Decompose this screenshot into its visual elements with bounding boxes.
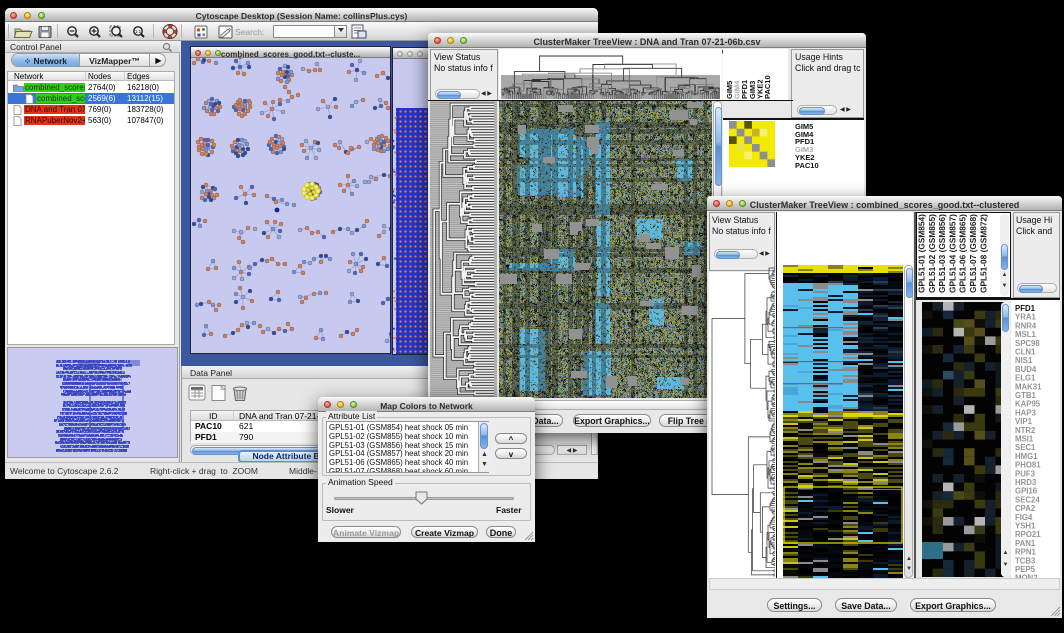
svg-text:PEP5: PEP5 — [1015, 565, 1036, 574]
svg-text:RNR4: RNR4 — [1015, 321, 1037, 330]
svg-text:NIS1: NIS1 — [1015, 356, 1033, 365]
svg-text:1:1: 1:1 — [135, 29, 142, 34]
svg-text:MSI1: MSI1 — [1015, 435, 1034, 444]
svg-text:GPL51-07 (GSM868): GPL51-07 (GSM868) — [968, 214, 978, 293]
svg-text:HMG1: HMG1 — [1015, 452, 1038, 461]
svg-text:TCB3: TCB3 — [1015, 556, 1036, 565]
svg-text:ELG1: ELG1 — [1015, 374, 1036, 383]
svg-text:GPL51-01 (GSM854): GPL51-01 (GSM854) — [917, 214, 927, 293]
svg-text:GTB1: GTB1 — [1015, 391, 1036, 400]
svg-text:RPN1: RPN1 — [1015, 548, 1036, 557]
svg-text:GPL51-06 (GSM865): GPL51-06 (GSM865) — [958, 214, 968, 293]
svg-text:GPL51-08 (GSM872): GPL51-08 (GSM872) — [978, 214, 988, 293]
svg-text:RPO21: RPO21 — [1015, 530, 1041, 539]
svg-text:PAC10: PAC10 — [795, 161, 819, 170]
svg-text:YRA1: YRA1 — [1015, 313, 1036, 322]
svg-text:NTR2: NTR2 — [1015, 426, 1036, 435]
svg-text:KAP95: KAP95 — [1015, 400, 1041, 409]
svg-text:VIP1: VIP1 — [1015, 417, 1033, 426]
svg-text:GPL51-03 (GSM856): GPL51-03 (GSM856) — [937, 214, 947, 293]
svg-text:MSL1: MSL1 — [1015, 330, 1036, 339]
svg-text:PUF3: PUF3 — [1015, 469, 1036, 478]
svg-text:SEC24: SEC24 — [1015, 495, 1040, 504]
svg-text:BUD4: BUD4 — [1015, 365, 1037, 374]
svg-text:GPL51-02 (GSM855): GPL51-02 (GSM855) — [927, 214, 937, 293]
svg-text:PHO81: PHO81 — [1015, 461, 1041, 470]
svg-text:HAP3: HAP3 — [1015, 408, 1036, 417]
svg-text:SPC98: SPC98 — [1015, 339, 1040, 348]
svg-text:HRD3: HRD3 — [1015, 478, 1037, 487]
svg-text:SEC1: SEC1 — [1015, 443, 1036, 452]
svg-text:PFD1: PFD1 — [1015, 304, 1036, 313]
svg-text:GPL51-04 (GSM857): GPL51-04 (GSM857) — [947, 214, 957, 293]
svg-text:CLN1: CLN1 — [1015, 348, 1036, 357]
svg-text:PAC10: PAC10 — [763, 75, 772, 99]
svg-text:GPI16: GPI16 — [1015, 487, 1038, 496]
svg-text:CPA2: CPA2 — [1015, 504, 1036, 513]
svg-text:PAN1: PAN1 — [1015, 539, 1036, 548]
svg-text:MAK31: MAK31 — [1015, 382, 1042, 391]
svg-text:FIG4: FIG4 — [1015, 513, 1033, 522]
svg-text:YSH1: YSH1 — [1015, 522, 1036, 531]
